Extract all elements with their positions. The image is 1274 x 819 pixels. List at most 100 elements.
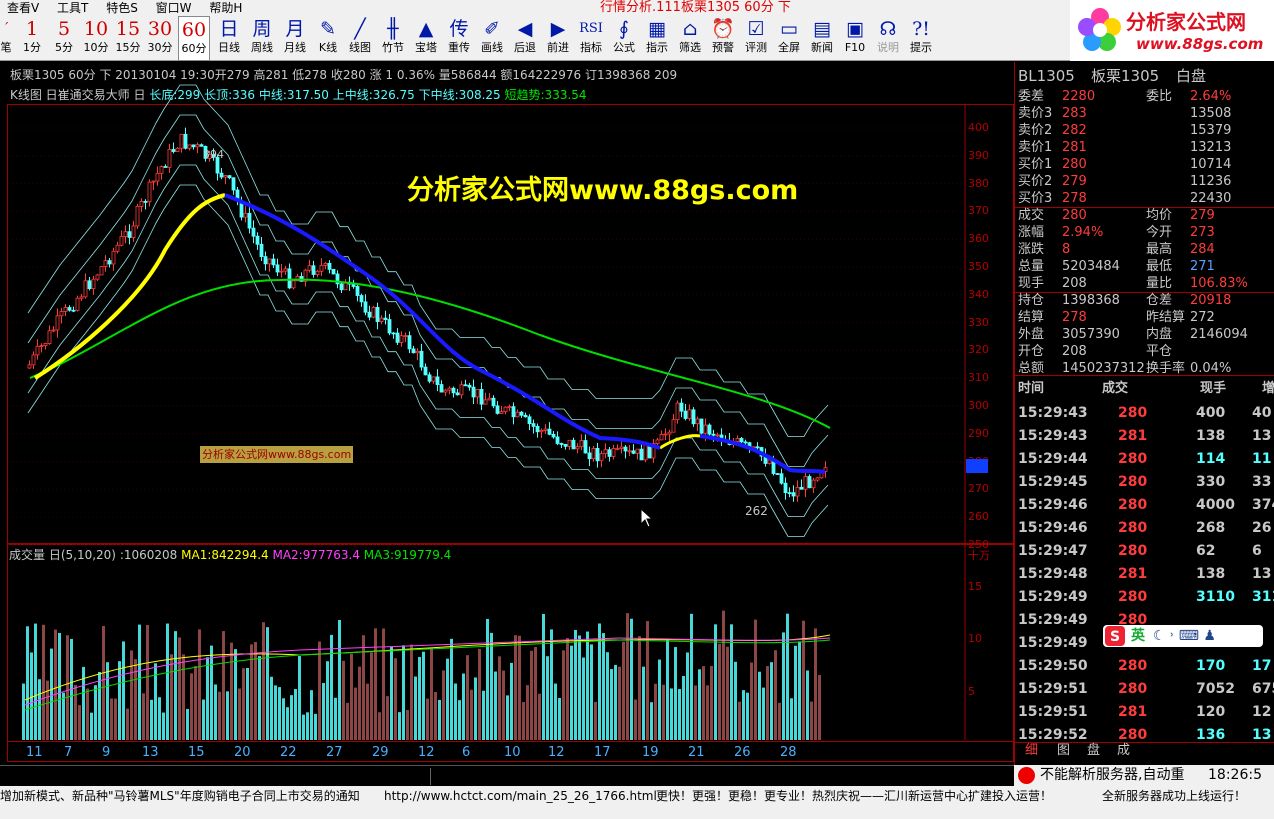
volume-bar: [550, 629, 553, 740]
date-axis-label: 6: [462, 745, 471, 760]
volume-bar: [450, 638, 453, 740]
tick-row: 15:29:47 280 62 6: [1018, 540, 1273, 563]
tick-cell: 15:29:47: [1018, 543, 1088, 559]
quote-cell: 279: [1190, 208, 1215, 223]
tick-row: 15:29:44 280 114 11: [1018, 448, 1273, 471]
tick-cell: 15:29:48: [1018, 566, 1088, 582]
tab-chart[interactable]: 图: [1057, 743, 1070, 759]
volume-bar: [790, 698, 793, 740]
server-error-icon: [1018, 767, 1035, 784]
ime-mode[interactable]: 英: [1131, 625, 1145, 647]
volume-bar: [782, 632, 785, 740]
candle-body: [287, 268, 292, 289]
volume-bar: [294, 689, 297, 740]
volume-bar: [282, 698, 285, 740]
candle-body: [795, 486, 800, 497]
candle-body: [43, 343, 48, 346]
quote-cell: 13213: [1190, 140, 1232, 155]
volume-bar: [478, 648, 481, 740]
volume-header: 成交量 日(5,10,20) :1060208 MA1:842294.4 MA2…: [9, 548, 451, 563]
volume-bar: [750, 662, 753, 740]
ime-toolbar[interactable]: S 英 ☾ ˒ ⌨ ♟: [1103, 625, 1263, 647]
price-axis-label: 360: [968, 232, 989, 246]
price-axis-label: 340: [968, 287, 989, 301]
quote-cell: 283: [1062, 106, 1087, 121]
volume-bar: [490, 632, 493, 740]
volume-bar: [230, 642, 233, 740]
candle-body: [127, 231, 132, 238]
news-ticker-3[interactable]: 更快！更强！更稳！更专业！热烈庆祝——汇川新运营中心扩建投入运营！: [656, 788, 1052, 804]
volume-bar: [278, 687, 281, 740]
logo-url: www.88gs.com: [1136, 35, 1264, 53]
volume-bar: [106, 662, 109, 740]
volume-bar: [310, 690, 313, 740]
tick-cell: 281: [1118, 566, 1148, 582]
ime-moon-icon[interactable]: ☾ ˒ ⌨ ♟: [1153, 625, 1216, 647]
quote-row: 买价1 280 10714: [1018, 156, 1273, 173]
candle-body: [267, 258, 272, 265]
volume-bar: [74, 684, 77, 740]
tick-cell: 62: [1196, 543, 1216, 559]
candle-body: [107, 260, 112, 265]
volume-bar: [38, 679, 41, 740]
volume-bar: [334, 697, 337, 740]
news-ticker-2[interactable]: http://www.hctct.com/main_25_26_1766.htm…: [384, 788, 657, 804]
date-axis-label: 9: [102, 745, 111, 760]
volume-bar: [766, 666, 769, 740]
quote-cell: 买价3: [1018, 191, 1053, 206]
candle-body: [195, 144, 200, 148]
date-axis-label: 11: [26, 745, 43, 760]
candle-body: [479, 389, 484, 405]
volume-bar: [206, 657, 209, 740]
volume-bar: [138, 624, 141, 740]
quote-row: 外盘 3057390 内盘 2146094: [1018, 326, 1273, 343]
quote-cell: 272: [1190, 310, 1215, 325]
tick-cell: 13: [1252, 428, 1272, 444]
quote-session: 白盘: [1176, 67, 1207, 85]
date-axis-label: 10: [504, 745, 521, 760]
quote-cell: 5203484: [1062, 259, 1120, 274]
logo: 分析家公式网 www.88gs.com: [1070, 0, 1274, 61]
volume-bar: [566, 637, 569, 740]
candle-body: [311, 265, 316, 275]
candle-body: [119, 236, 124, 246]
tick-cell: 675: [1252, 681, 1274, 697]
volume-bar: [674, 647, 677, 740]
candle-body: [683, 410, 688, 419]
quote-row: 买价2 279 11236: [1018, 173, 1273, 190]
news-ticker-1[interactable]: 增加新模式、新品种"马铃薯MLS"年度购销电子合同上市交易的通知: [0, 788, 360, 804]
scroll-area[interactable]: [0, 765, 1014, 786]
tick-row: 15:29:49 280 3110 311: [1018, 586, 1274, 609]
candle-body: [499, 411, 504, 414]
volume-bar: [558, 698, 561, 740]
quote-cell: 280: [1062, 157, 1087, 172]
quote-cell: 3057390: [1062, 327, 1120, 342]
volume-bar: [586, 631, 589, 740]
tick-cell: 281: [1118, 428, 1148, 444]
volume-bar: [754, 619, 757, 740]
candle-body: [567, 439, 572, 447]
quote-row: 持仓 1398368 仓差 20918: [1018, 292, 1273, 309]
tab-trades[interactable]: 成: [1117, 743, 1130, 759]
volume-bar: [502, 670, 505, 740]
tick-cell: 280: [1118, 474, 1148, 490]
candle-body: [671, 419, 676, 433]
candle-body: [283, 268, 288, 272]
volume-bar: [222, 631, 225, 740]
candle-body: [191, 144, 196, 148]
candle-body: [559, 443, 564, 445]
tick-cell: 114: [1196, 451, 1226, 467]
tab-orderbook[interactable]: 盘: [1087, 743, 1100, 759]
price-axis-label: 330: [968, 315, 989, 329]
news-ticker-4[interactable]: 全新服务器成功上线运行！: [1102, 788, 1246, 804]
candle-body: [263, 256, 268, 265]
volume-bar: [578, 635, 581, 740]
tick-row: 15:29:43 281 138 13: [1018, 425, 1273, 448]
volume-bar: [778, 702, 781, 740]
volume-bar: [46, 680, 49, 740]
candle-body: [103, 260, 108, 267]
candle-body: [327, 262, 332, 270]
candle-body: [415, 350, 420, 354]
tab-detail[interactable]: 细: [1025, 743, 1038, 759]
candle-body: [419, 350, 424, 368]
